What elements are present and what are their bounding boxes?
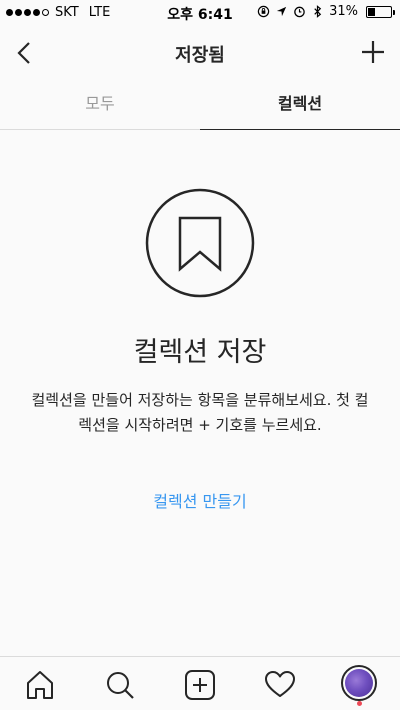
alarm-icon <box>294 6 305 18</box>
rotation-lock-icon <box>257 5 270 18</box>
battery-fill <box>368 7 375 16</box>
profile-avatar[interactable] <box>341 665 377 701</box>
empty-state-title: 컬렉션 저장 <box>133 337 267 368</box>
status-right: 31% <box>257 4 395 19</box>
tab-bar: 모두 컬렉션 <box>0 80 400 130</box>
bottom-nav <box>0 656 400 710</box>
bookmark-icon <box>145 188 255 298</box>
add-post-icon <box>185 670 215 700</box>
tab-collections[interactable]: 컬렉션 <box>200 80 400 130</box>
bluetooth-icon <box>314 5 322 18</box>
nav-search[interactable] <box>100 665 140 705</box>
nav-activity[interactable] <box>260 665 300 705</box>
create-collection-link[interactable]: 컬렉션 만들기 <box>0 488 400 512</box>
nav-home[interactable] <box>20 665 60 705</box>
location-icon <box>276 6 287 17</box>
search-icon <box>107 672 134 699</box>
notification-dot <box>357 701 362 706</box>
header: 저장됨 <box>0 26 400 80</box>
plus-icon <box>362 41 384 63</box>
battery-icon <box>366 5 395 18</box>
avatar-image <box>345 669 373 697</box>
nav-add-post[interactable] <box>180 665 220 705</box>
tab-all[interactable]: 모두 <box>0 80 200 129</box>
add-collection-button[interactable] <box>358 37 388 67</box>
status-bar: SKT LTE 오후 6:41 31% <box>0 0 400 26</box>
home-icon <box>27 671 53 699</box>
empty-state-description: 컬렉션을 만들어 저장하는 항목을 분류해보세요. 첫 컬렉션을 시작하려면 +… <box>31 391 369 434</box>
heart-icon <box>265 671 295 697</box>
battery-percent: 31% <box>329 4 358 19</box>
page-title: 저장됨 <box>175 45 225 66</box>
